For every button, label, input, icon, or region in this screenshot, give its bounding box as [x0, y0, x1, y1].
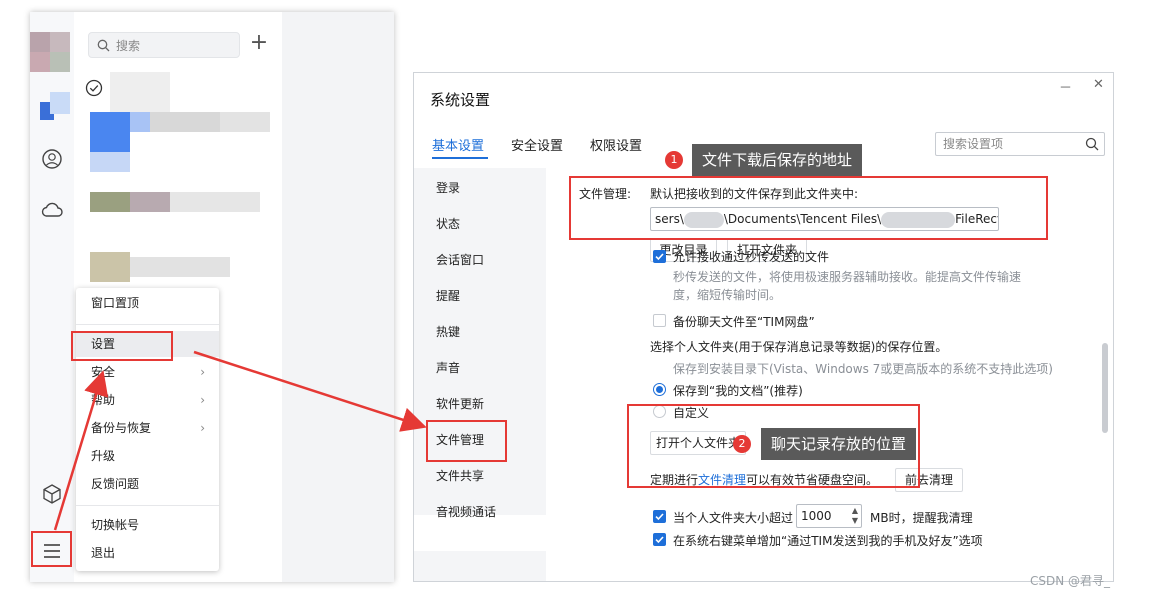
arrow-to-file-management — [193, 350, 427, 432]
watermark: CSDN @君寻_ — [1030, 574, 1111, 588]
arrow-to-settings — [53, 370, 109, 531]
annotation-arrows — [53, 350, 427, 531]
